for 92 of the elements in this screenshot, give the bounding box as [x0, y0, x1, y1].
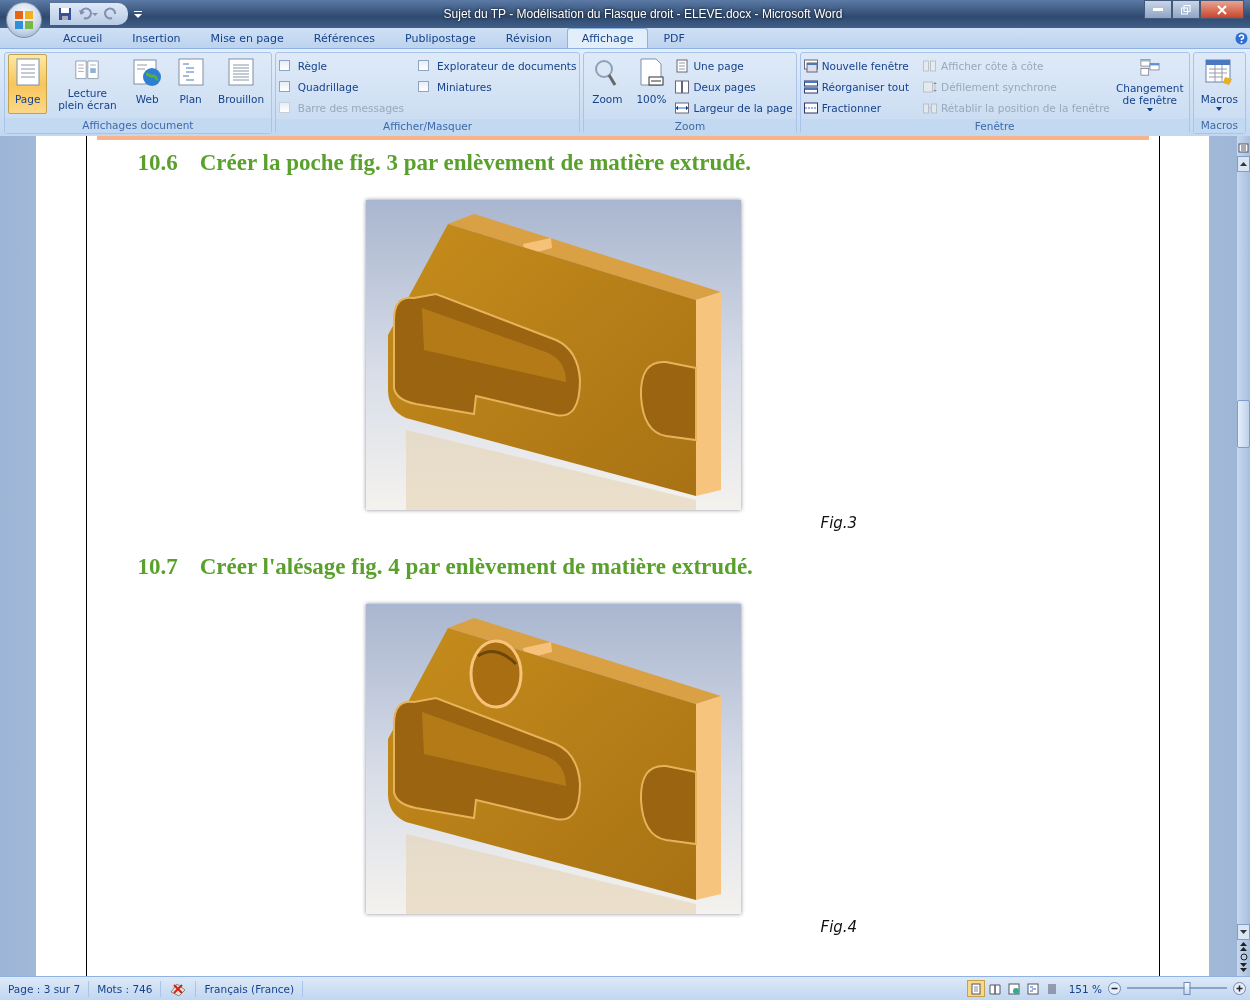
group-label: Macros: [1193, 118, 1245, 133]
checkbox-option[interactable]: Règle: [278, 55, 404, 76]
view-button[interactable]: [966, 980, 985, 997]
zoom-out-icon[interactable]: [1108, 982, 1121, 995]
ribbon-button[interactable]: Macros: [1196, 54, 1242, 114]
web-layout-icon: [1007, 982, 1020, 995]
page-count[interactable]: Page : 3 sur 7: [0, 980, 90, 997]
minimize-icon: [1153, 7, 1163, 12]
ribbon-button[interactable]: Web: [127, 54, 167, 114]
group-label: Afficher/Masquer: [275, 119, 580, 134]
arrange-windows-icon: [803, 79, 818, 94]
ribbon-button[interactable]: Largeur de la page: [675, 97, 793, 118]
zoom-level[interactable]: 151 %: [1068, 982, 1102, 995]
ribbon-button[interactable]: Brouillon: [214, 54, 268, 114]
checkbox-option[interactable]: Explorateur de documents: [418, 55, 577, 76]
redo-icon[interactable]: [104, 7, 118, 21]
language-indicator[interactable]: Français (France): [196, 980, 304, 997]
zoom-slider-thumb[interactable]: [1183, 982, 1191, 995]
ribbon-button[interactable]: Une page: [675, 55, 793, 76]
ribbon-tab[interactable]: PDF: [648, 28, 700, 48]
group-label: Fenêtre: [800, 119, 1189, 134]
section-heading: Créer l'alésage fig. 4 par enlèvement de matière extrudé.: [199, 554, 753, 580]
help-icon[interactable]: [1235, 31, 1248, 45]
ribbon-button[interactable]: Fractionner: [803, 97, 910, 118]
heading-number: 10.6: [137, 150, 178, 176]
ribbon-tab[interactable]: Publipostage: [390, 28, 491, 48]
checkbox-option[interactable]: Miniatures: [418, 76, 577, 97]
draft-icon: [1045, 982, 1058, 995]
save-icon[interactable]: [58, 7, 72, 21]
draft-view-icon: [225, 57, 257, 87]
ribbon-tab[interactable]: Mise en page: [195, 28, 299, 48]
checkbox-option[interactable]: Quadrillage: [278, 76, 404, 97]
ribbon-button[interactable]: Lecture plein écran: [51, 54, 124, 114]
ribbon-button[interactable]: Réorganiser tout: [803, 76, 910, 97]
print-layout-icon: [969, 982, 982, 995]
scrollbar-thumb[interactable]: [1237, 400, 1250, 448]
ribbon-tab[interactable]: Insertion: [117, 28, 196, 48]
reset-position-icon: [923, 100, 938, 115]
caret-icon: [1146, 108, 1153, 111]
ribbon-button[interactable]: Page: [8, 54, 48, 114]
checkbox[interactable]: [278, 81, 290, 92]
ribbon-button[interactable]: Nouvelle fenêtre: [803, 55, 910, 76]
outline-icon: [1026, 982, 1039, 995]
section-heading: Créer la poche fig. 3 par enlèvement de matière extrudé.: [199, 150, 751, 176]
down-arrow-icon: [1240, 930, 1247, 934]
side-by-side-icon: [923, 58, 938, 73]
office-logo-button[interactable]: [6, 2, 42, 38]
checkbox[interactable]: [418, 60, 429, 71]
previous-page-icon[interactable]: [1240, 942, 1247, 951]
checkbox[interactable]: [278, 60, 290, 71]
web-view-icon: [131, 57, 164, 87]
ribbon-tab[interactable]: Révision: [490, 28, 567, 48]
group-label: Affichages document: [5, 118, 271, 133]
window-title: Sujet du TP - Modélisation du Flasque droit - ELEVE.docx - Microsoft Word: [442, 7, 844, 21]
scroll-up-button[interactable]: [1237, 156, 1250, 172]
ribbon-tab[interactable]: Accueil: [48, 28, 118, 48]
reading-layout-icon: [988, 982, 1001, 995]
scroll-down-button[interactable]: [1237, 924, 1250, 940]
next-page-icon[interactable]: [1240, 963, 1247, 972]
group-label: Zoom: [584, 119, 796, 134]
office-logo-icon: [14, 10, 34, 30]
ribbon-button[interactable]: Deux pages: [675, 76, 793, 97]
word-count[interactable]: Mots : 746: [89, 980, 162, 997]
two-pages-icon: [675, 79, 690, 94]
figure-caption: Fig.4: [820, 918, 858, 936]
heading-number: 10.7: [137, 554, 178, 580]
close-icon: [1217, 4, 1227, 15]
proofing-icon[interactable]: [169, 981, 188, 996]
ribbon-button[interactable]: Plan: [170, 54, 211, 114]
ribbon-tab[interactable]: Affichage: [566, 28, 649, 48]
ruler-toggle-icon[interactable]: [1238, 142, 1249, 154]
page-width-icon: [675, 100, 690, 115]
close-button[interactable]: [1200, 0, 1244, 19]
browse-object-icon[interactable]: [1239, 953, 1248, 961]
ribbon-tab[interactable]: Références: [298, 28, 390, 48]
up-arrow-icon: [1240, 162, 1247, 166]
minimize-button[interactable]: [1144, 0, 1172, 19]
ribbon-button[interactable]: Zoom: [587, 54, 628, 114]
ribbon-button[interactable]: 100%: [631, 54, 672, 114]
restore-button[interactable]: [1172, 0, 1200, 19]
zoom-in-icon[interactable]: [1233, 982, 1246, 995]
undo-icon[interactable]: [78, 7, 98, 21]
ribbon-button[interactable]: Changement de fenêtre: [1113, 54, 1186, 114]
split-window-icon: [803, 100, 818, 115]
checkbox[interactable]: [418, 81, 429, 92]
caret-icon: [1216, 107, 1223, 111]
restore-icon: [1181, 4, 1191, 15]
figure-caption: Fig.3: [820, 514, 858, 532]
sync-scroll-icon: [923, 79, 938, 94]
single-page-icon: [675, 58, 690, 73]
customize-toolbar-icon[interactable]: [134, 10, 142, 18]
new-window-icon: [803, 58, 818, 73]
